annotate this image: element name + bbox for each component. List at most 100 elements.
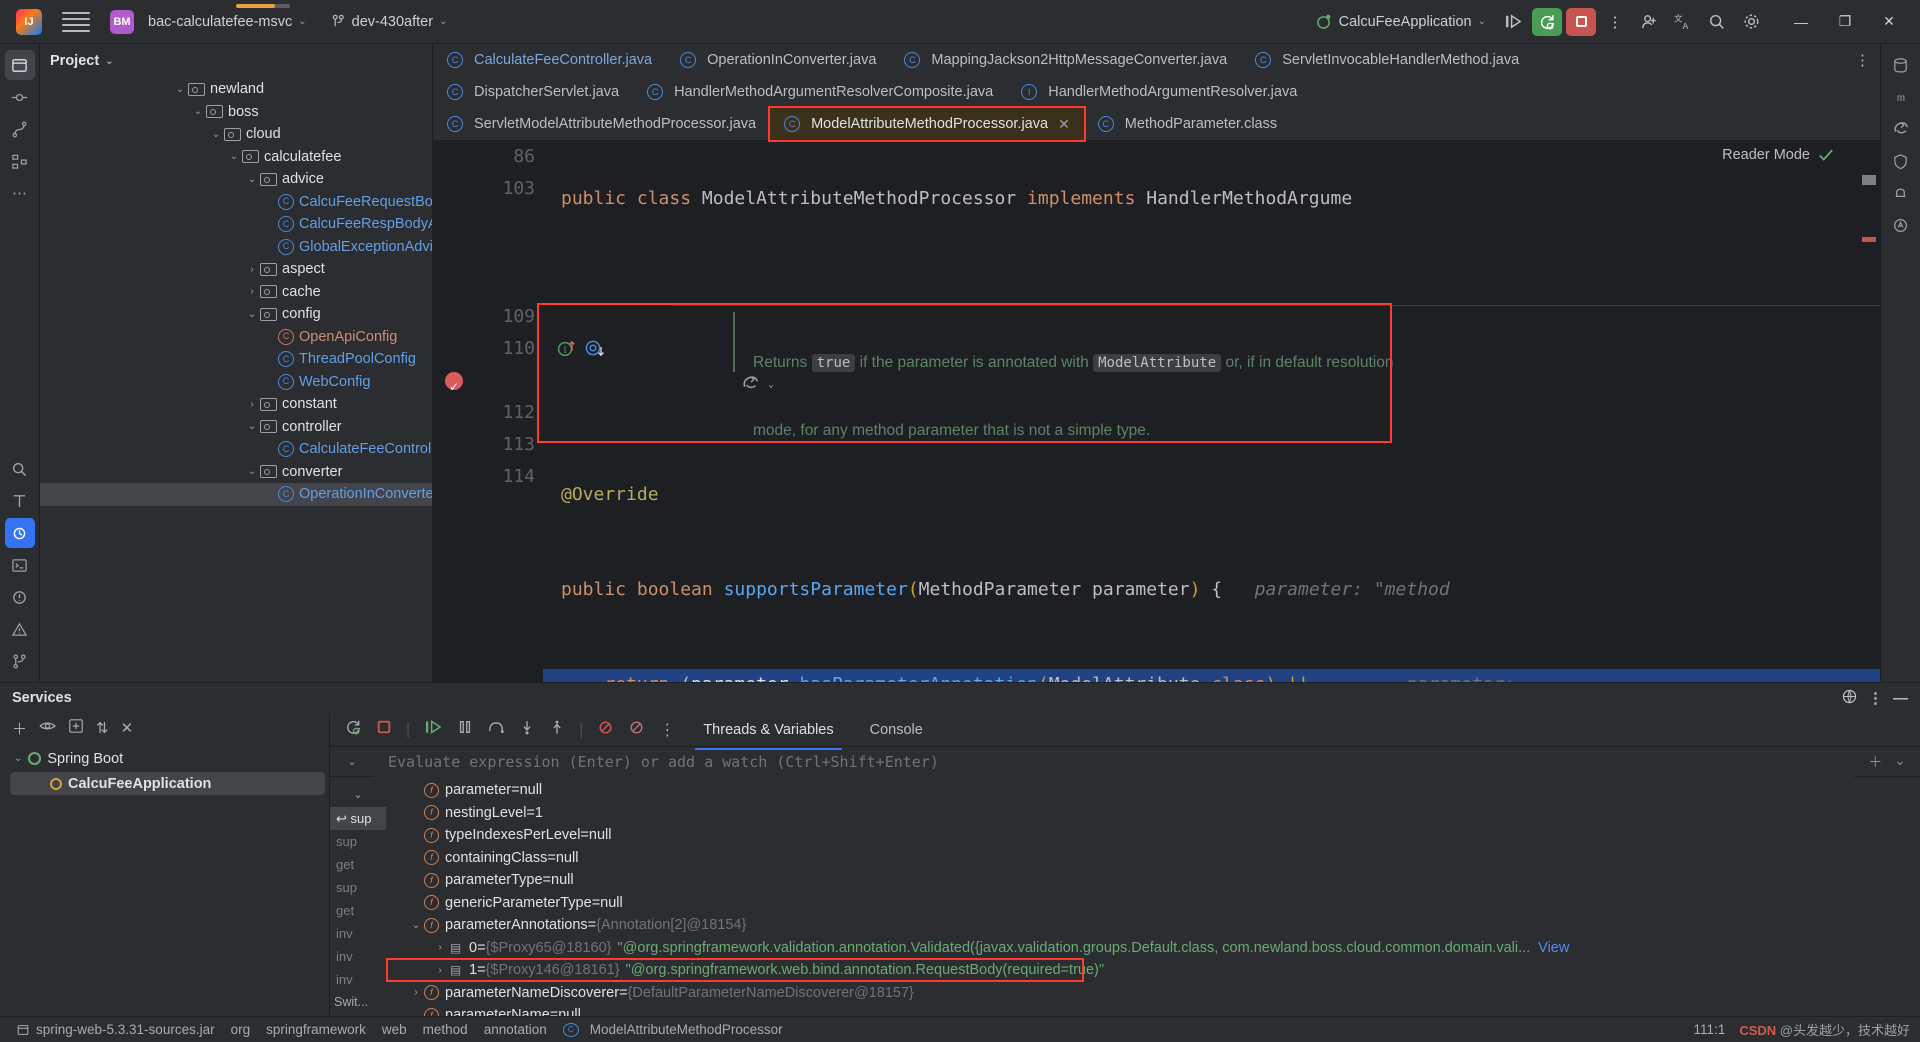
sidebar-item-maven[interactable]: m [1886, 82, 1916, 112]
new-tab-icon[interactable] [68, 718, 84, 738]
tree-item-config[interactable]: ⌄ config [40, 303, 432, 326]
help-icon[interactable] [1841, 688, 1858, 709]
editor-gutter[interactable]: 86 103 109 110 I ✓ 112 113 114 [433, 141, 604, 682]
variables-panel[interactable]: f parameter = null f nestingLevel = 1 f typeI… [386, 777, 1920, 1016]
tree-item-globalexceptionadvic[interactable]: C GlobalExceptionAdvic [40, 236, 432, 259]
tree-item-calcufeerequestbody[interactable]: C CalcuFeeRequestBody [40, 191, 432, 214]
eye-icon[interactable] [39, 719, 57, 737]
sidebar-item-qodana[interactable] [1886, 146, 1916, 176]
stop-button[interactable] [1566, 7, 1596, 36]
tree-item-cloud[interactable]: ⌄ cloud [40, 123, 432, 146]
resume-icon[interactable] [424, 719, 443, 740]
editor-tab-operationinconverter-java[interactable]: C OperationInConverter.java [666, 44, 890, 76]
chevron-right-icon[interactable]: › [244, 264, 260, 275]
service-item-calcufeeapplication[interactable]: CalcuFeeApplication [10, 772, 325, 795]
chevron-down-icon[interactable]: ⌄ [1894, 752, 1906, 772]
stack-frame-item[interactable]: ↩ sup [330, 807, 386, 830]
reader-mode-indicator[interactable]: Reader Mode [1722, 147, 1834, 163]
rerun-icon[interactable] [344, 718, 362, 741]
variable-row[interactable]: f containingClass = null [386, 847, 1920, 870]
variable-row[interactable]: › ▤ 0 = {$Proxy65@18160} "@org.springframew… [386, 937, 1920, 960]
variable-row[interactable]: f genericParameterType = null [386, 892, 1920, 915]
pause-icon[interactable] [457, 719, 473, 740]
step-over-icon[interactable] [487, 719, 505, 740]
sidebar-item-debug[interactable] [4, 518, 35, 548]
branch-selector[interactable]: dev-430after ⌄ [323, 10, 456, 34]
chevron-down-icon[interactable]: ⌄ [330, 755, 374, 768]
chevron-down-icon[interactable]: ⌄ [244, 309, 260, 320]
tree-item-boss[interactable]: ⌄ boss [40, 101, 432, 124]
sidebar-item-commit[interactable] [5, 82, 35, 112]
services-options-button[interactable]: ⋮ [1868, 689, 1883, 707]
view-link[interactable]: View [1538, 940, 1569, 956]
maximize-button[interactable]: ❐ [1824, 7, 1866, 37]
frames-column[interactable]: ⌄ ↩ sup sup get sup get inv inv inv Swit... [330, 777, 386, 1016]
tab-threads-variables[interactable]: Threads & Variables [695, 716, 842, 750]
chevron-down-icon[interactable]: ⌄ [244, 421, 260, 432]
close-icon[interactable]: ✕ [1058, 116, 1070, 133]
close-all-icon[interactable]: ✕ [121, 719, 134, 737]
add-service-icon[interactable]: ＋ [12, 718, 27, 739]
error-stripe[interactable] [1862, 239, 1876, 242]
add-watch-icon[interactable]: ＋ [1868, 752, 1882, 772]
stack-frame-item[interactable]: inv [330, 922, 386, 945]
tree-item-calculatefee[interactable]: ⌄ calculatefee [40, 146, 432, 169]
stack-frame-item[interactable]: sup [330, 876, 386, 899]
variable-row[interactable]: ⌄ f parameterAnnotations = {Annotation[2]@… [386, 914, 1920, 937]
spring-gutter-icon[interactable]: ⌄ [741, 374, 774, 394]
rerun-debug-button[interactable] [1532, 7, 1562, 36]
breadcrumb-org[interactable]: org [225, 1022, 257, 1037]
step-out-icon[interactable] [549, 719, 565, 741]
breadcrumb-springframework[interactable]: springframework [260, 1022, 372, 1037]
minimize-button[interactable]: — [1780, 7, 1822, 37]
main-menu-button[interactable] [62, 8, 90, 36]
tree-item-controller[interactable]: ⌄ controller [40, 416, 432, 439]
services-toolbar[interactable]: ＋ ⇅ ✕ [0, 713, 329, 743]
sort-icon[interactable]: ⇅ [96, 719, 109, 737]
chevron-down-icon[interactable]: ⌄ [190, 106, 206, 117]
variable-row[interactable]: › ▤ 1 = {$Proxy146@18161} "@org.springframe… [386, 958, 1920, 982]
stack-frame-item[interactable]: get [330, 853, 386, 876]
sidebar-item-database[interactable] [1886, 50, 1916, 80]
sidebar-item-project[interactable] [4, 50, 35, 80]
chevron-down-icon[interactable]: ⌄ [244, 174, 260, 185]
tree-item-calculatefeecontrolle[interactable]: C CalculateFeeControlle [40, 438, 432, 461]
sidebar-item-problems[interactable] [5, 582, 35, 612]
editor-tab-methodparameter-class[interactable]: C MethodParameter.class [1084, 108, 1291, 140]
editor-tab-modelattributemethodprocessor-java[interactable]: C ModelAttributeMethodProcessor.java ✕ [770, 108, 1084, 140]
chevron-down-icon[interactable]: ⌄ [105, 56, 113, 67]
tree-item-threadpoolconfig[interactable]: C ThreadPoolConfig [40, 348, 432, 371]
tree-item-cache[interactable]: › cache [40, 281, 432, 304]
variable-row[interactable]: f parameterName = null [386, 1004, 1920, 1016]
sidebar-item-warnings[interactable] [5, 614, 35, 644]
frames-switch-label[interactable]: Swit... [330, 991, 386, 1013]
search-everywhere-button[interactable] [1702, 7, 1732, 37]
sidebar-item-structure[interactable] [5, 146, 35, 176]
debugger-toolbar[interactable]: | | ⋮ Threads & Variables Console [330, 713, 1920, 750]
status-jar-item[interactable]: spring-web-5.3.31-sources.jar [10, 1022, 221, 1037]
variable-row[interactable]: f typeIndexesPerLevel = null [386, 824, 1920, 847]
variable-row[interactable]: › f parameterNameDiscoverer = {DefaultPara… [386, 982, 1920, 1005]
chevron-down-icon[interactable]: ⌄ [172, 84, 188, 95]
tab-console[interactable]: Console [866, 716, 927, 744]
editor-tab-servletinvocablehandlermethod-java[interactable]: C ServletInvocableHandlerMethod.java [1241, 44, 1533, 76]
caret-position[interactable]: 111:1 [1694, 1022, 1726, 1037]
code-text[interactable]: public class ModelAttributeMethodProcess… [543, 141, 1880, 682]
debugger-more-icon[interactable]: ⋮ [659, 720, 675, 740]
tree-item-operationinconverte[interactable]: C OperationInConverte [40, 483, 432, 506]
chevron-down-icon[interactable]: ⌄ [208, 129, 224, 140]
chevron-right-icon[interactable]: › [432, 965, 448, 976]
services-minimize-button[interactable]: — [1893, 690, 1908, 707]
editor-tab-dispatcherservlet-java[interactable]: C DispatcherServlet.java [433, 76, 633, 108]
sidebar-item-terminal[interactable] [5, 550, 35, 580]
mute-breakpoints-icon[interactable] [597, 719, 614, 741]
sidebar-item-find[interactable] [5, 454, 35, 484]
editor-tab-handlermethodargumentresolver-java[interactable]: I HandlerMethodArgumentResolver.java [1007, 76, 1311, 108]
breadcrumb-method[interactable]: method [417, 1022, 474, 1037]
more-actions-button[interactable]: ⋮ [1600, 7, 1630, 37]
chevron-down-icon[interactable]: ⌄ [244, 466, 260, 477]
tree-item-aspect[interactable]: › aspect [40, 258, 432, 281]
stack-frame-item[interactable]: inv [330, 968, 386, 991]
sidebar-item-spring[interactable] [1886, 114, 1916, 144]
code-editor[interactable]: 86 103 109 110 I ✓ 112 113 114 public cl… [433, 141, 1880, 682]
